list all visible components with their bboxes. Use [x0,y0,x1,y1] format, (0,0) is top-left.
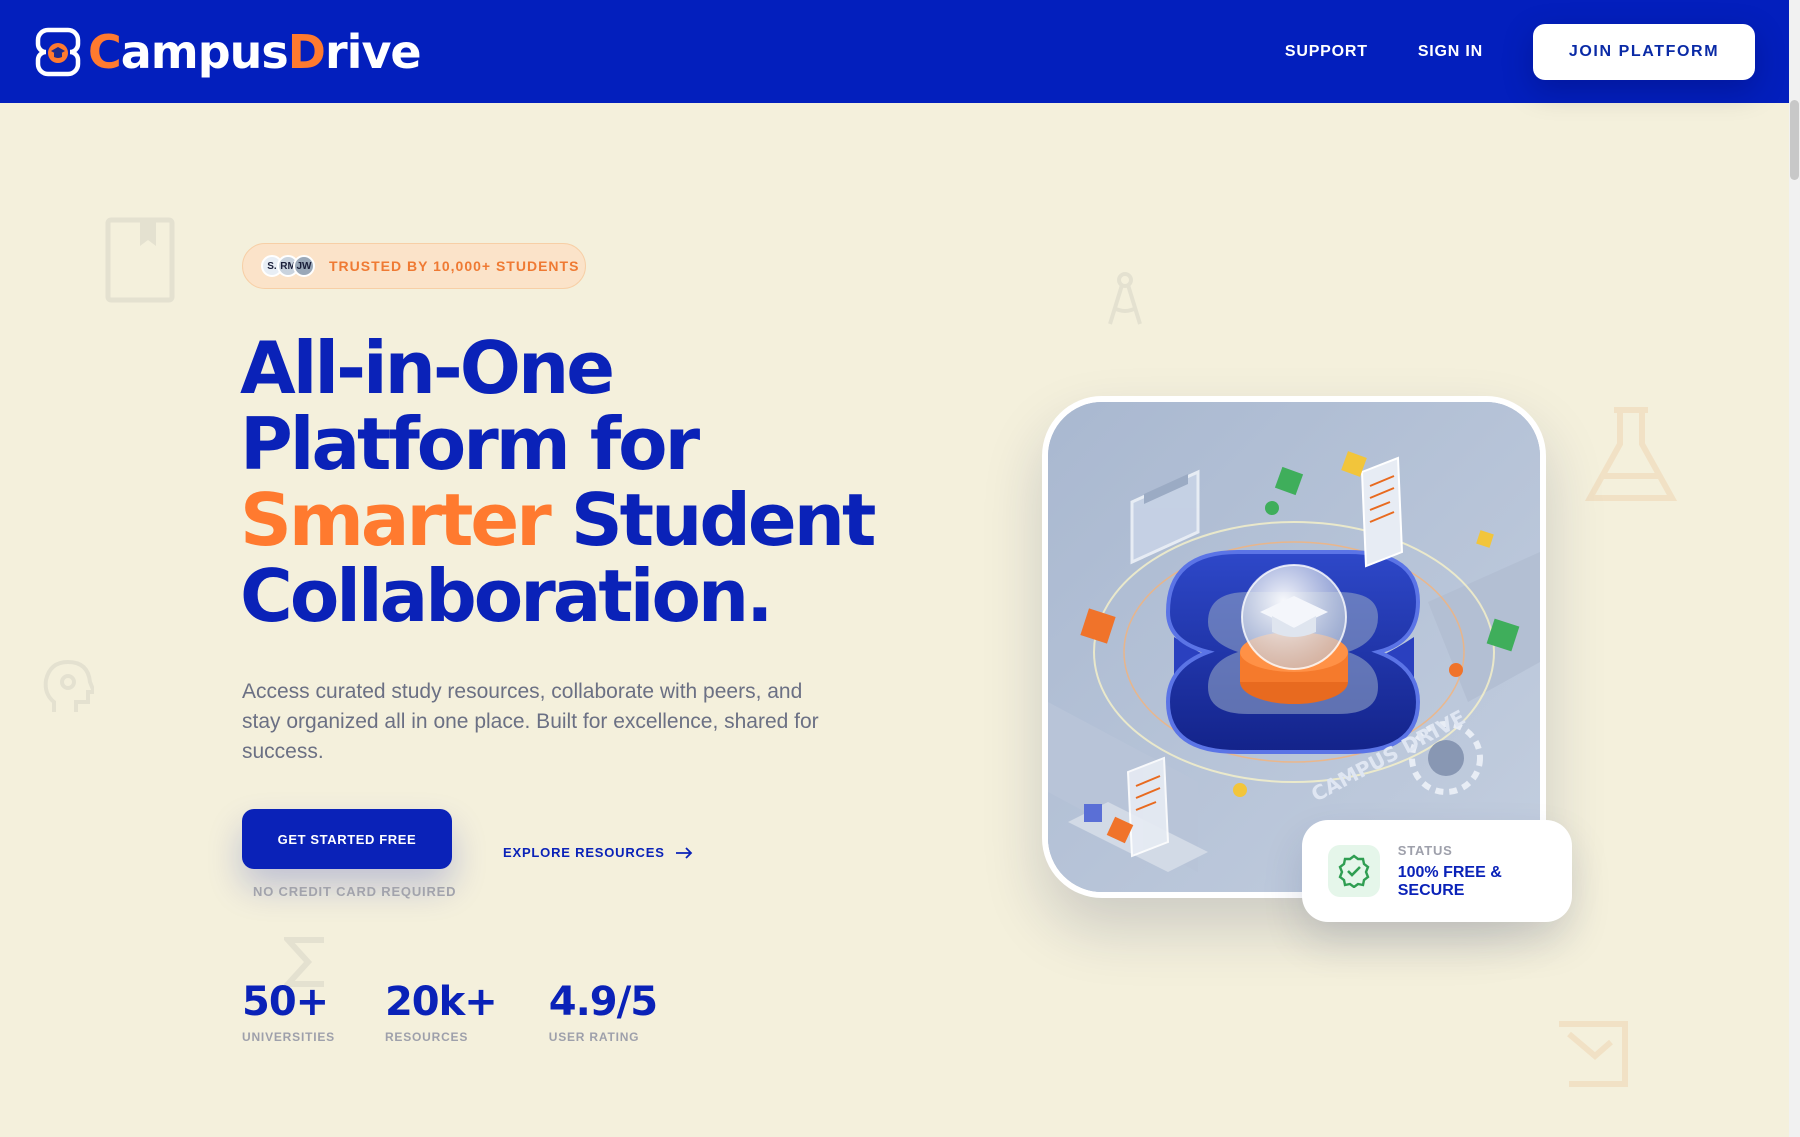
nav-link-sign-in[interactable]: SIGN IN [1418,43,1483,61]
trust-text: TRUSTED BY 10,000+ STUDENTS [329,258,580,274]
trust-badge: S. RM JW TRUSTED BY 10,000+ STUDENTS [242,243,586,289]
stat-label: RESOURCES [384,1030,469,1044]
stats-row: 50+ UNIVERSITIES 20k+ RESOURCES 4.9/5 US… [242,980,707,1044]
no-credit-card-note: NO CREDIT CARD REQUIRED [253,884,457,899]
hero-illustration: CAMPUS DRIVE [1048,402,1540,892]
arrow-right-icon [675,846,692,859]
stat-value: 50+ [242,979,329,1025]
get-started-button[interactable]: GET STARTED FREE [242,809,452,869]
nav-link-support[interactable]: SUPPORT [1285,43,1368,61]
avatar: JW [293,255,315,277]
brand-name-part1: Campus [88,24,289,79]
top-navbar: CampusDrive SUPPORT SIGN IN JOIN PLATFOR… [0,0,1789,103]
headline-line1: All-in-One [240,326,615,410]
stat-label: USER RATING [548,1030,640,1044]
brain-head-icon [43,659,94,712]
stat-value: 20k+ [384,979,498,1025]
headline-line2: Platform for [240,402,700,486]
page-scrollbar[interactable] [1789,0,1800,1137]
stat-value: 4.9/5 [548,979,658,1025]
drafting-compass-icon [1108,272,1142,325]
book-icon [105,217,175,303]
hero-headline: All-in-One Platform for Smarter Student … [240,330,940,634]
status-text: STATUS 100% FREE & SECURE [1398,843,1572,900]
brand-initial-d: D [287,24,326,79]
hero-description: Access curated study resources, collabor… [242,680,819,763]
join-platform-button[interactable]: JOIN PLATFORM [1533,23,1755,80]
stat-universities: 50+ UNIVERSITIES [242,980,335,1044]
status-icon-wrapper [1328,845,1380,897]
isometric-campus-logo-illustration: CAMPUS DRIVE [1048,402,1540,892]
chart-board-icon [1559,1021,1628,1087]
status-card: STATUS 100% FREE & SECURE [1302,820,1572,922]
headline-accent: Smarter [240,478,552,562]
stat-label: UNIVERSITIES [242,1030,335,1044]
status-value: 100% FREE & SECURE [1397,863,1502,899]
brand-wordmark: CampusDrive [88,29,422,75]
scrollbar-thumb[interactable] [1790,100,1799,180]
brand-name-part2-rest: rive [324,24,422,79]
explore-resources-label: EXPLORE RESOURCES [503,845,665,860]
verified-badge-icon [1338,854,1370,888]
brand-name-part1-rest: ampus [120,24,289,79]
flask-icon [1584,407,1678,501]
stat-resources: 20k+ RESOURCES [384,979,498,1044]
logo-mark-icon [35,27,81,76]
stat-rating: 4.9/5 USER RATING [548,979,658,1044]
headline-line3: Student [570,478,877,562]
avatar-stack: S. RM JW [261,255,315,277]
brand-logo[interactable]: CampusDrive [34,26,422,78]
nav-actions: SUPPORT SIGN IN JOIN PLATFORM [1285,23,1755,80]
headline-line4: Collaboration. [240,554,774,638]
brand-initial-c: C [88,24,122,79]
status-label: STATUS [1397,842,1453,858]
explore-resources-link[interactable]: EXPLORE RESOURCES [503,845,693,860]
